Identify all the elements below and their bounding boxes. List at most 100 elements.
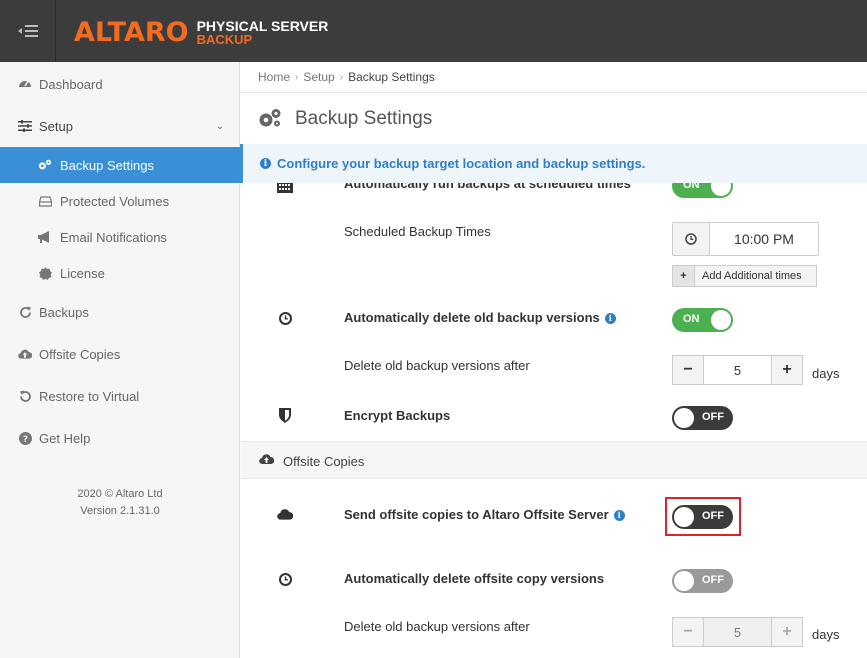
history-icon xyxy=(277,310,293,326)
offsite-delete-after-value[interactable]: 5 xyxy=(704,618,771,646)
delete-after-value[interactable]: 5 xyxy=(704,356,771,384)
cloud-upload-icon xyxy=(259,453,275,468)
offsite-delete-after-unit: days xyxy=(812,627,840,642)
chevron-right-icon: › xyxy=(295,71,299,83)
sidebar-item-setup[interactable]: Setup ⌄ xyxy=(0,108,240,144)
offsite-delete-after-stepper[interactable]: − 5 + xyxy=(672,617,803,647)
sidebar-item-restore-to-virtual[interactable]: Restore to Virtual xyxy=(0,378,240,414)
scheduled-time-input[interactable]: 10:00 PM xyxy=(672,222,819,256)
sidebar-item-label: Protected Volumes xyxy=(60,193,170,209)
cloud-icon xyxy=(277,506,293,522)
send-offsite-toggle[interactable]: OFF xyxy=(672,505,733,529)
toggle-knob xyxy=(674,408,694,428)
hdd-icon xyxy=(38,194,52,208)
toggle-knob xyxy=(711,183,731,196)
decrement-button[interactable]: − xyxy=(673,356,704,384)
history-icon xyxy=(277,571,293,587)
logo-main-text: ALTARO xyxy=(74,17,189,48)
breadcrumb-setup[interactable]: Setup xyxy=(303,70,334,84)
plus-icon: + xyxy=(673,266,695,286)
sidebar-item-label: Backup Settings xyxy=(60,157,154,173)
sidebar-item-license[interactable]: License xyxy=(0,255,240,291)
sidebar-item-label: Restore to Virtual xyxy=(39,388,140,404)
badge-icon xyxy=(38,266,52,280)
offsite-delete-after-label: Delete old backup versions after xyxy=(344,619,530,634)
decrement-button[interactable]: − xyxy=(673,618,704,646)
sidebar-item-get-help[interactable]: ? Get Help xyxy=(0,420,240,456)
chevron-down-icon: ⌄ xyxy=(215,120,224,132)
auto-run-toggle[interactable]: ON xyxy=(672,183,733,198)
toggle-state-text: OFF xyxy=(702,574,724,586)
delete-after-stepper[interactable]: − 5 + xyxy=(672,355,803,385)
delete-after-unit: days xyxy=(812,366,840,381)
offsite-auto-delete-toggle[interactable]: OFF xyxy=(672,569,733,593)
breadcrumb-home[interactable]: Home xyxy=(258,70,290,84)
info-icon[interactable]: i xyxy=(613,509,625,521)
toggle-state-text: ON xyxy=(683,313,700,325)
gears-icon xyxy=(258,108,282,128)
sidebar-item-email-notifications[interactable]: Email Notifications xyxy=(0,219,240,255)
sidebar-item-label: Email Notifications xyxy=(60,229,167,245)
encrypt-label: Encrypt Backups xyxy=(344,408,451,423)
sliders-icon xyxy=(18,119,32,133)
altaro-logo: ALTARO PHYSICAL SERVER BACKUP xyxy=(74,17,328,48)
sidebar-item-label: Backups xyxy=(39,304,89,320)
refresh-icon xyxy=(18,305,32,319)
info-banner-text: Configure your backup target location an… xyxy=(277,156,646,171)
menu-toggle-button[interactable] xyxy=(0,0,56,62)
auto-delete-label: Automatically delete old backup versions… xyxy=(344,310,616,325)
sidebar-item-protected-volumes[interactable]: Protected Volumes xyxy=(0,183,240,219)
svg-text:?: ? xyxy=(22,435,27,445)
copyright-text: 2020 © Altaro Ltd xyxy=(77,488,163,500)
toggle-state-text: OFF xyxy=(702,510,724,522)
sidebar-footer: 2020 © Altaro Ltd Version 2.1.31.0 xyxy=(0,486,240,520)
toggle-knob xyxy=(674,507,694,527)
info-icon: i xyxy=(260,158,271,169)
menu-collapse-icon xyxy=(17,25,38,37)
toggle-knob xyxy=(711,310,731,330)
sidebar-item-backups[interactable]: Backups xyxy=(0,294,240,330)
cloud-upload-icon xyxy=(18,347,32,361)
sidebar-item-label: Get Help xyxy=(39,430,91,446)
info-banner: i Configure your backup target location … xyxy=(240,144,867,183)
toggle-state-text: ON xyxy=(683,183,700,191)
info-icon[interactable]: i xyxy=(604,312,616,324)
add-additional-times-button[interactable]: + Add Additional times xyxy=(672,265,817,287)
add-times-label: Add Additional times xyxy=(702,270,802,282)
auto-run-label: Automatically run backups at scheduled t… xyxy=(344,183,631,191)
sidebar: Dashboard Setup ⌄ Backup Settings Protec… xyxy=(0,62,240,658)
sidebar-item-label: Offsite Copies xyxy=(39,346,121,362)
sidebar-item-dashboard[interactable]: Dashboard xyxy=(0,66,240,102)
calendar-icon xyxy=(277,183,293,195)
clock-icon xyxy=(673,223,710,255)
sidebar-item-label: Dashboard xyxy=(39,76,103,92)
toggle-state-text: OFF xyxy=(702,411,724,423)
send-offsite-label: Send offsite copies to Altaro Offsite Se… xyxy=(344,507,625,522)
breadcrumb: Home › Setup › Backup Settings xyxy=(258,70,435,84)
version-text: Version 2.1.31.0 xyxy=(80,505,160,517)
section-title: Offsite Copies xyxy=(283,454,365,469)
question-icon: ? xyxy=(18,431,32,445)
toggle-knob xyxy=(674,571,694,591)
logo-product-line2: BACKUP xyxy=(196,31,253,47)
scheduled-times-label: Scheduled Backup Times xyxy=(344,224,491,239)
breadcrumb-divider xyxy=(240,92,867,93)
undo-icon xyxy=(18,389,32,403)
delete-after-label: Delete old backup versions after xyxy=(344,358,530,373)
shield-icon xyxy=(277,407,293,423)
dashboard-icon xyxy=(18,77,32,91)
sidebar-item-label: Setup xyxy=(39,118,73,134)
sidebar-item-backup-settings[interactable]: Backup Settings xyxy=(0,147,240,183)
sidebar-item-offsite-copies[interactable]: Offsite Copies xyxy=(0,336,240,372)
offsite-auto-delete-label: Automatically delete offsite copy versio… xyxy=(344,571,605,586)
megaphone-icon xyxy=(38,230,52,244)
scheduled-time-value: 10:00 PM xyxy=(734,231,794,247)
auto-delete-toggle[interactable]: ON xyxy=(672,308,733,332)
increment-button[interactable]: + xyxy=(771,356,802,384)
settings-content[interactable]: Automatically run backups at scheduled t… xyxy=(241,183,867,658)
page-title: Backup Settings xyxy=(295,108,433,129)
logo-product-line1: PHYSICAL SERVER xyxy=(196,17,329,34)
increment-button[interactable]: + xyxy=(771,618,802,646)
encrypt-toggle[interactable]: OFF xyxy=(672,406,733,430)
gears-icon xyxy=(38,158,52,172)
